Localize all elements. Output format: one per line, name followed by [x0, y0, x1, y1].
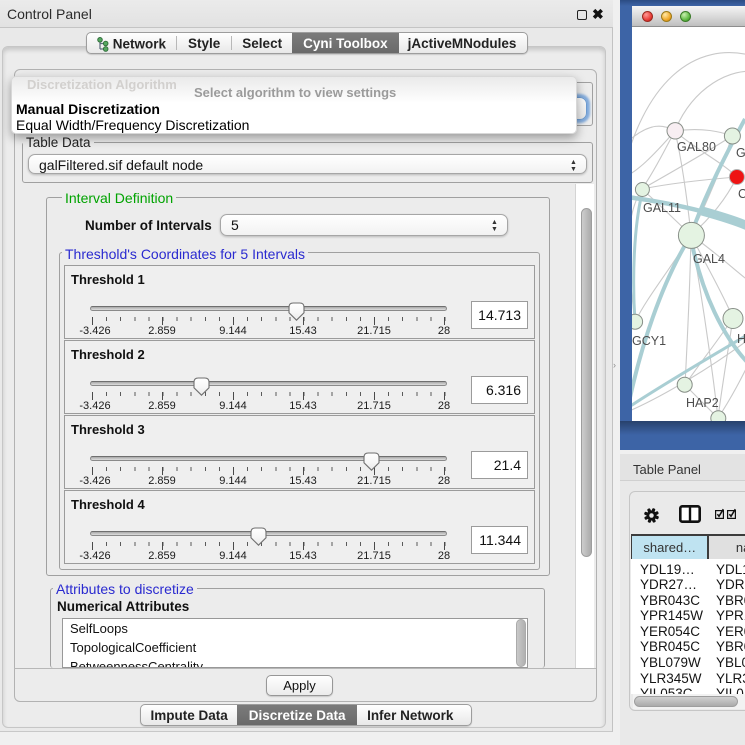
- svg-text:GAL80: GAL80: [677, 140, 716, 154]
- svg-text:C: C: [738, 187, 745, 201]
- svg-text:GAL4: GAL4: [693, 252, 725, 266]
- svg-text:HAP2: HAP2: [686, 396, 719, 410]
- svg-text:G: G: [736, 146, 745, 160]
- svg-text:GCY1: GCY1: [632, 334, 666, 348]
- svg-text:GAL11: GAL11: [643, 201, 681, 215]
- svg-text:H: H: [737, 332, 745, 346]
